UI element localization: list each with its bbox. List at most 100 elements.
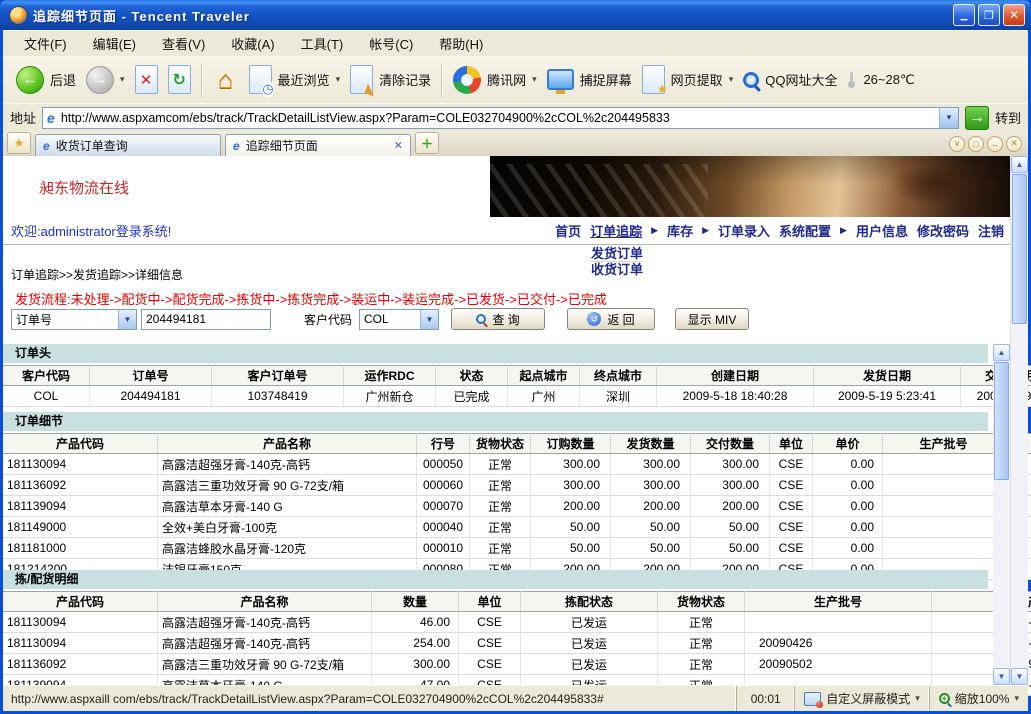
order-number-input[interactable] [141,309,271,330]
chevron-down-icon[interactable] [1014,693,1019,704]
title-bar[interactable]: 追踪细节页面 - Tencent Traveler [0,0,1031,30]
back-button[interactable]: 后退 [11,64,81,96]
block-mode-control[interactable]: 自定义屏蔽模式 [794,686,929,711]
stop-button[interactable] [130,63,163,96]
tencent-icon [453,66,481,94]
weather-widget[interactable]: 26~28℃ [842,70,919,90]
table-cell: 300.00 [531,454,611,475]
tabbar-window-icon[interactable]: □ [968,136,984,152]
back-icon [16,66,44,94]
return-button[interactable]: 返 回 [567,308,655,330]
refresh-button[interactable] [163,63,196,96]
menu-item[interactable]: 工具(T) [288,31,357,56]
table-row: 181130094高露洁超强牙膏-140克-高钙46.00CSE已发运正常200… [3,612,1031,633]
chevron-right-icon [651,225,658,236]
nav-system-config[interactable]: 系统配置 [779,221,831,240]
nav-home[interactable]: 首页 [555,221,581,240]
shipping-flow-text: 发货流程:未处理->配货中->配货完成->拣货中->拣货完成->装运中->装运完… [15,289,607,308]
table-cell: 20090502 [745,654,932,675]
order-detail-section: 订单细节 产品代码产品名称行号货物状态订购数量发货数量交付数量单位单价生产批号生… [3,412,1031,580]
minimize-button[interactable] [953,4,975,26]
block-mode-label: 自定义屏蔽模式 [826,690,910,707]
home-button[interactable] [208,65,244,95]
table-row: 181130094高露洁超强牙膏-140克-高钙000050正常300.0030… [3,454,1031,475]
customer-code-select[interactable]: COL [359,309,439,330]
menu-item[interactable]: 帐号(C) [356,31,426,56]
table-cell [883,454,1005,475]
table-cell: 000040 [417,517,470,538]
chevron-down-icon[interactable] [915,693,920,704]
forward-icon [86,66,114,94]
tabbar-arrange-icon[interactable]: ↔ [987,136,1003,152]
go-button[interactable] [965,106,989,130]
recent-history-button[interactable]: 最近浏览 [244,63,346,96]
address-dropdown-button[interactable] [939,108,958,128]
page-extract-button[interactable]: 网页提取 [637,63,739,96]
qq-sites-button[interactable]: QQ网址大全 [738,68,842,91]
chevron-down-icon[interactable] [729,74,734,85]
column-header: 发货日期 [814,366,961,386]
screen-capture-button[interactable]: 捕捉屏幕 [542,67,637,92]
weather-label: 26~28℃ [863,72,914,88]
scrollbar-thumb[interactable] [1012,174,1027,324]
tab-receive-order-query[interactable]: 收货订单查询 [35,134,221,156]
table-cell: 200.00 [691,496,770,517]
submenu-ship-orders[interactable]: 发货订单 [591,246,643,262]
address-url[interactable]: http://www.aspxamcom/ebs/track/TrackDeta… [61,111,939,125]
scroll-down-icon[interactable] [1011,668,1028,685]
table-row: 181136092高露洁三重功效牙膏 90 G-72支/箱300.00CSE已发… [3,654,1031,675]
scroll-down-icon[interactable] [993,668,1010,685]
search-field-select[interactable]: 订单号 [11,309,137,330]
menu-item[interactable]: 编辑(E) [80,31,149,56]
nav-user-info[interactable]: 用户信息 [856,221,908,240]
weather-icon [847,72,857,88]
column-header: 产品名称 [158,592,372,612]
chevron-down-icon[interactable] [532,74,537,85]
nav-inventory[interactable]: 库存 [667,221,693,240]
menu-item[interactable]: 收藏(A) [218,31,287,56]
block-mode-icon [804,692,821,706]
address-input[interactable]: http://www.aspxamcom/ebs/track/TrackDeta… [42,107,959,129]
chevron-down-icon[interactable] [120,74,125,85]
tencent-site-button[interactable]: 腾讯网 [448,64,542,96]
chevron-down-icon[interactable] [336,74,341,85]
chevron-down-icon[interactable] [420,310,438,329]
query-button[interactable]: 查 询 [451,308,545,330]
nav-order-track[interactable]: 订单追踪 [590,221,642,240]
menu-item[interactable]: 查看(V) [149,31,218,56]
nav-change-password[interactable]: 修改密码 [917,221,969,240]
favorites-star-button[interactable] [7,132,31,154]
new-tab-button[interactable] [415,132,439,154]
scroll-up-icon[interactable] [1011,156,1028,173]
table-cell: 000070 [417,496,470,517]
close-button[interactable] [1003,4,1025,26]
table-cell: 200.00 [531,496,611,517]
show-miv-button[interactable]: 显示 MIV [675,308,749,330]
table-cell: 204494181 [90,386,212,407]
table-cell: 000060 [417,475,470,496]
maximize-button[interactable] [978,4,1000,26]
page-scrollbar[interactable] [1010,156,1028,685]
nav-logout[interactable]: 注销 [978,221,1004,240]
table-cell: 0.00 [813,538,883,559]
menu-item[interactable]: 文件(F) [11,31,80,56]
menu-item[interactable]: 帮助(H) [426,31,496,56]
table-row: 181130094高露洁超强牙膏-140克-高钙254.00CSE已发运正常20… [3,633,1031,654]
table-cell: 深圳 [580,386,657,407]
frame-scrollbar[interactable] [993,344,1010,685]
forward-button[interactable] [81,64,130,96]
chevron-down-icon[interactable] [118,310,136,329]
submenu-receive-orders[interactable]: 收货订单 [591,262,643,277]
scrollbar-thumb[interactable] [994,362,1009,480]
zoom-control[interactable]: 缩放100% [929,686,1028,711]
tabbar-close-icon[interactable]: ✕ [1006,136,1022,152]
column-header: 数量 [372,592,459,612]
tabbar-collapse-icon[interactable]: ∨ [949,136,965,152]
banner-photo-image [490,156,1010,217]
scroll-up-icon[interactable] [993,344,1010,361]
tab-track-detail[interactable]: 追踪细节页面 [225,134,411,156]
nav-order-entry[interactable]: 订单录入 [718,221,770,240]
table-cell: 103748419 [212,386,344,407]
clear-history-button[interactable]: 清除记录 [345,63,436,96]
tab-close-icon[interactable] [394,139,403,152]
